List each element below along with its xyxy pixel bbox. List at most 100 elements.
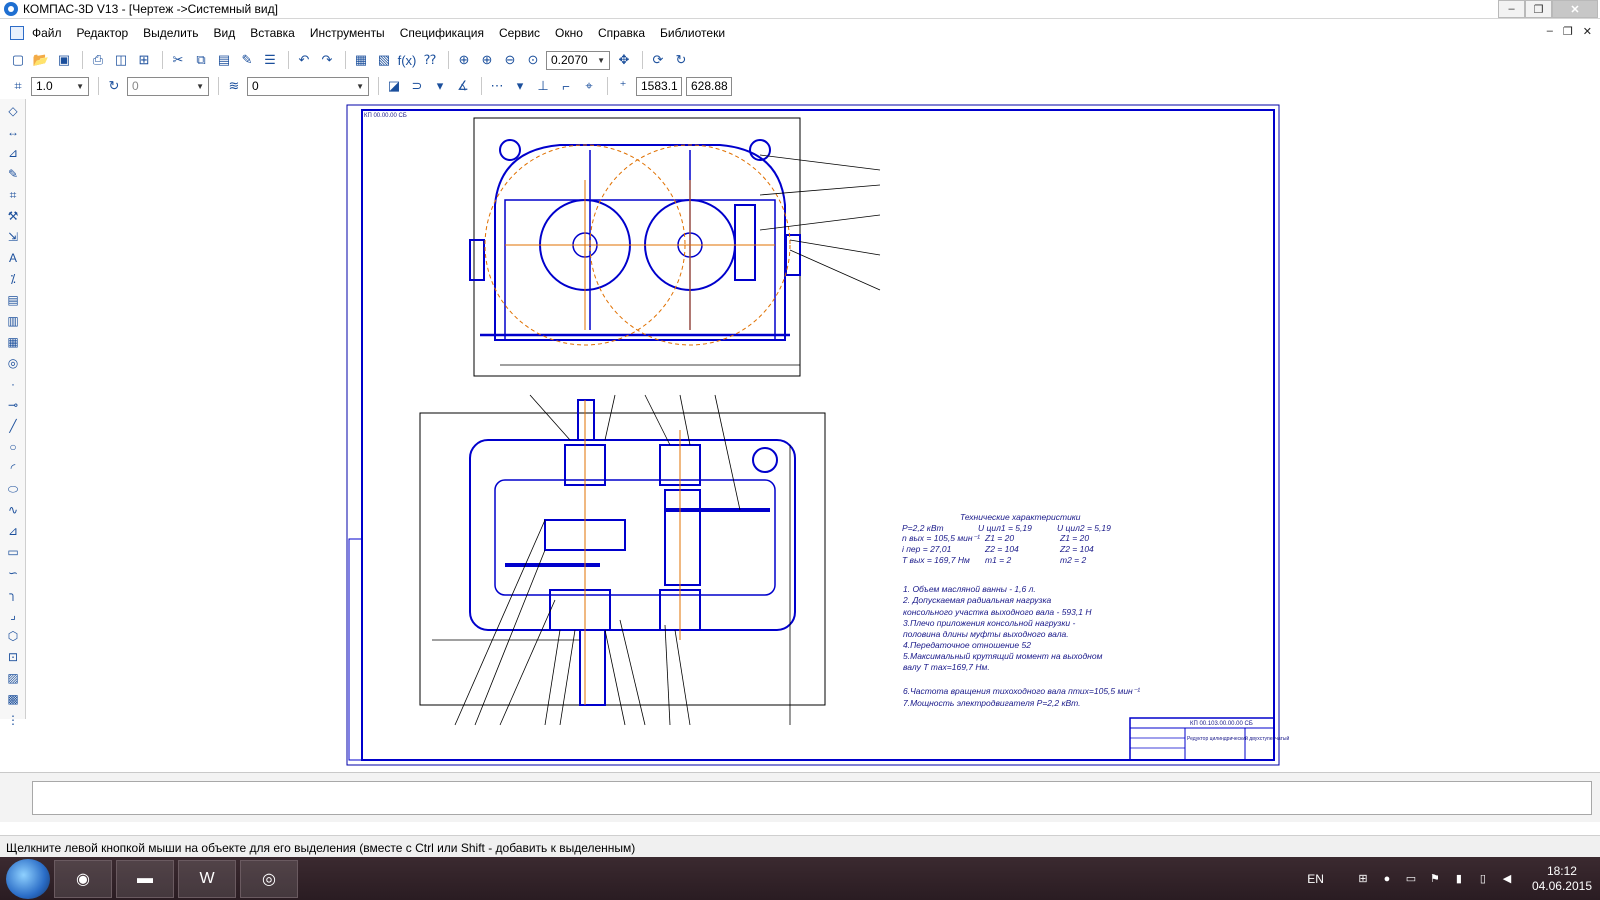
preview-icon[interactable]: ◫: [111, 50, 131, 70]
save-icon[interactable]: ▣: [54, 50, 74, 70]
flag-icon[interactable]: ⚑: [1428, 872, 1442, 886]
menu-specification[interactable]: Спецификация: [400, 26, 484, 40]
paste-icon[interactable]: ▤: [214, 50, 234, 70]
fillet-icon[interactable]: ╮: [4, 585, 22, 603]
angle-field[interactable]: 0 ▼: [127, 76, 209, 96]
network-signal-icon[interactable]: ▮: [1452, 872, 1466, 886]
snap-options-icon[interactable]: ▾: [430, 76, 450, 96]
layer-field[interactable]: 0 ▼: [247, 76, 369, 96]
reports-icon[interactable]: ▥: [4, 312, 22, 330]
help-cursor-icon[interactable]: ⁇: [420, 50, 440, 70]
hatch-icon[interactable]: ▨: [4, 669, 22, 687]
document-icon[interactable]: [10, 26, 24, 40]
grid-options-icon[interactable]: ▾: [510, 76, 530, 96]
view-state-icon[interactable]: ◪: [384, 76, 404, 96]
collection-icon[interactable]: ⋮: [4, 711, 22, 729]
fill-icon[interactable]: ▩: [4, 690, 22, 708]
volume-icon[interactable]: ◀: [1500, 872, 1514, 886]
redraw-icon[interactable]: ↻: [671, 50, 691, 70]
menu-window[interactable]: Окно: [555, 26, 583, 40]
chevron-down-icon[interactable]: ▼: [356, 82, 364, 91]
snap-mode-icon[interactable]: ⌖: [579, 76, 599, 96]
bezier-icon[interactable]: ∽: [4, 564, 22, 582]
spline-icon[interactable]: ∿: [4, 501, 22, 519]
menu-editor[interactable]: Редактор: [77, 26, 129, 40]
battery-icon[interactable]: ▯: [1476, 872, 1490, 886]
drawing-canvas[interactable]: Технические характеристики P=2,2 кВт U ц…: [28, 99, 1600, 770]
cut-icon[interactable]: ✂: [168, 50, 188, 70]
new-document-icon[interactable]: ▢: [8, 50, 28, 70]
chevron-down-icon[interactable]: ▼: [196, 82, 204, 91]
command-input-area[interactable]: [32, 781, 1592, 815]
edit-icon[interactable]: ✎: [4, 165, 22, 183]
chamfer-icon[interactable]: ⌟: [4, 606, 22, 624]
menu-view[interactable]: Вид: [214, 26, 236, 40]
minimize-button[interactable]: ‒: [1498, 0, 1525, 18]
pan-icon[interactable]: ✥: [614, 50, 634, 70]
views-icon[interactable]: ◎: [4, 354, 22, 372]
language-indicator[interactable]: EN: [1307, 872, 1324, 886]
windows-flag-icon[interactable]: ⊞: [1356, 872, 1370, 886]
associative-icon[interactable]: ⁒: [4, 270, 22, 288]
menu-tools[interactable]: Инструменты: [310, 26, 385, 40]
menu-file[interactable]: Файл: [32, 26, 62, 40]
grid-icon[interactable]: ⋯: [487, 76, 507, 96]
arc-icon[interactable]: ◜: [4, 459, 22, 477]
format-brush-icon[interactable]: ✎: [237, 50, 257, 70]
contour-icon[interactable]: ⊡: [4, 648, 22, 666]
coord-x-field[interactable]: 1583.1: [636, 76, 682, 96]
menu-select[interactable]: Выделить: [143, 26, 198, 40]
geometry-icon[interactable]: ◇: [4, 102, 22, 120]
select-icon[interactable]: ⇲: [4, 228, 22, 246]
menu-insert[interactable]: Вставка: [250, 26, 295, 40]
menu-help[interactable]: Справка: [598, 26, 645, 40]
close-button[interactable]: ✕: [1552, 0, 1598, 18]
word-icon[interactable]: W: [178, 859, 236, 898]
segment-icon[interactable]: ╱: [4, 417, 22, 435]
ortho-icon[interactable]: ∡: [453, 76, 473, 96]
explorer-icon[interactable]: ▬: [116, 859, 174, 898]
display-icon[interactable]: ▭: [1404, 872, 1418, 886]
chevron-down-icon[interactable]: ▼: [76, 82, 84, 91]
grid-step-icon[interactable]: ⌗: [8, 76, 28, 96]
ellipse-icon[interactable]: ⬭: [4, 480, 22, 498]
open-folder-icon[interactable]: 📂: [31, 50, 51, 70]
polyline-icon[interactable]: ⊿: [4, 522, 22, 540]
copy-icon[interactable]: ⧉: [191, 50, 211, 70]
zoom-out-icon[interactable]: ⊖: [500, 50, 520, 70]
menu-libraries[interactable]: Библиотеки: [660, 26, 725, 40]
zoom-field[interactable]: 0.2070 ▼: [546, 50, 610, 70]
kompas-icon[interactable]: ◎: [240, 859, 298, 898]
zoom-window-icon[interactable]: ⊕: [454, 50, 474, 70]
doc-close-button[interactable]: ✕: [1583, 25, 1592, 38]
coord-y-field[interactable]: 628.88: [686, 76, 732, 96]
variables-icon[interactable]: ▧: [374, 50, 394, 70]
symbols-icon[interactable]: ⊿: [4, 144, 22, 162]
orthogonal-icon[interactable]: ⌐: [556, 76, 576, 96]
point-icon[interactable]: ·: [4, 375, 22, 393]
maximize-button[interactable]: ❐: [1525, 0, 1552, 18]
print-icon[interactable]: ⎙: [88, 50, 108, 70]
undo-icon[interactable]: ↶: [294, 50, 314, 70]
rectangle-icon[interactable]: ▭: [4, 543, 22, 561]
layers-icon[interactable]: ≋: [224, 76, 244, 96]
doc-minimize-button[interactable]: ‒: [1547, 25, 1553, 38]
menu-service[interactable]: Сервис: [499, 26, 540, 40]
clock[interactable]: 18:12 04.06.2015: [1532, 864, 1592, 894]
angle-icon[interactable]: ↻: [104, 76, 124, 96]
spec-icon[interactable]: ▤: [4, 291, 22, 309]
insert-icon[interactable]: ⊞: [134, 50, 154, 70]
tray-app-icon[interactable]: ●: [1380, 872, 1394, 886]
refresh-icon[interactable]: ⟳: [648, 50, 668, 70]
fx-icon[interactable]: f(x): [397, 50, 417, 70]
parametrization-icon[interactable]: ⌗: [4, 186, 22, 204]
text-icon[interactable]: A: [4, 249, 22, 267]
auxiliary-line-icon[interactable]: ⊸: [4, 396, 22, 414]
snap-magnet-icon[interactable]: ⊃: [407, 76, 427, 96]
manager-icon[interactable]: ▦: [351, 50, 371, 70]
doc-restore-button[interactable]: ❐: [1563, 25, 1573, 38]
zoom-in-icon[interactable]: ⊕: [477, 50, 497, 70]
chrome-icon[interactable]: ◉: [54, 859, 112, 898]
chevron-down-icon[interactable]: ▼: [597, 56, 605, 65]
redo-icon[interactable]: ↷: [317, 50, 337, 70]
